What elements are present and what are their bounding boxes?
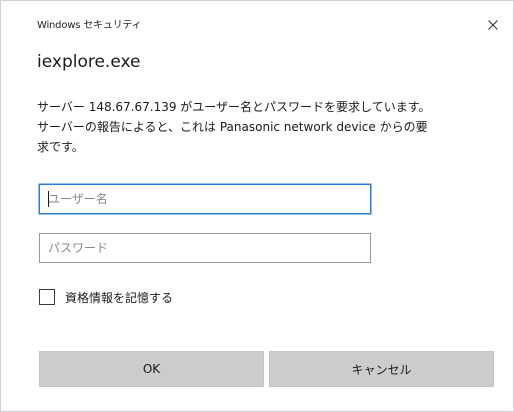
- remember-label: 資格情報を記憶する: [65, 290, 174, 305]
- username-input[interactable]: [39, 184, 371, 214]
- ok-button[interactable]: OK: [39, 351, 264, 387]
- close-button[interactable]: [481, 13, 505, 37]
- password-input[interactable]: [39, 233, 371, 263]
- message-line: サーバー 148.67.67.139 がユーザー名とパスワードを要求しています。: [37, 100, 431, 114]
- cancel-button[interactable]: キャンセル: [269, 351, 494, 387]
- close-icon: [488, 20, 498, 30]
- auth-message: サーバー 148.67.67.139 がユーザー名とパスワードを要求しています。…: [37, 97, 507, 157]
- title-bar: Windows セキュリティ: [1, 1, 513, 41]
- text-caret: [48, 191, 49, 207]
- app-name-heading: iexplore.exe: [37, 52, 141, 72]
- security-dialog: Windows セキュリティ iexplore.exe サーバー 148.67.…: [0, 0, 514, 412]
- window-title: Windows セキュリティ: [37, 20, 142, 31]
- remember-credentials-option[interactable]: 資格情報を記憶する: [39, 287, 173, 307]
- remember-checkbox[interactable]: [39, 289, 55, 305]
- message-line: 求です。: [37, 140, 84, 154]
- message-line: サーバーの報告によると、これは Panasonic network device…: [37, 120, 428, 134]
